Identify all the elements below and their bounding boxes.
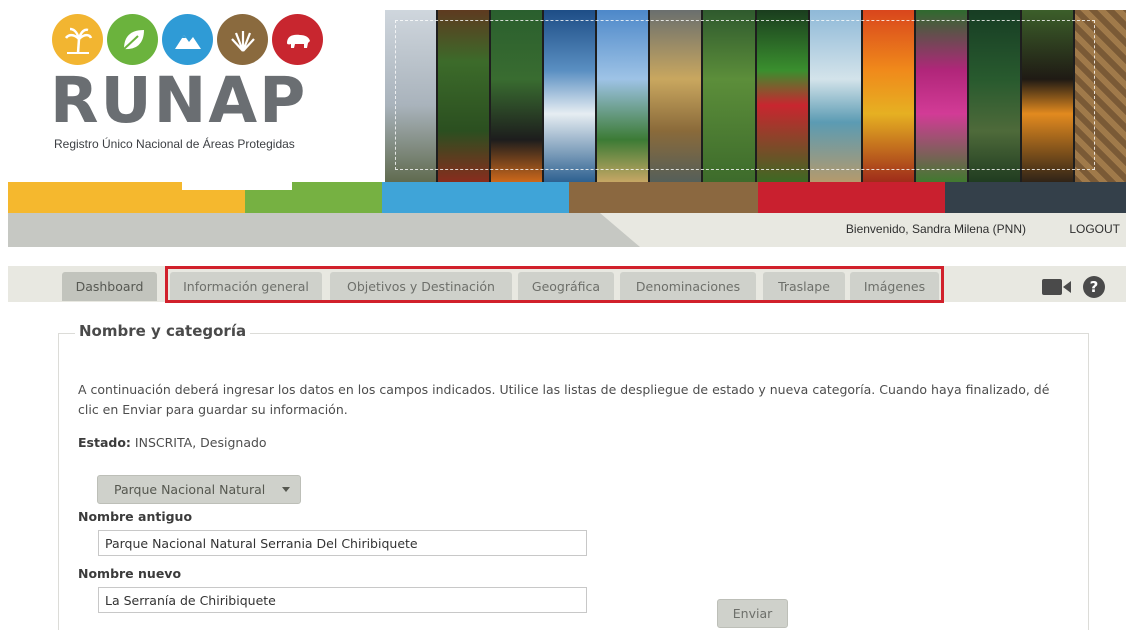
banner-photo-sky [385, 10, 439, 183]
categoria-selected-value: Parque Nacional Natural [114, 482, 266, 497]
banner-photo-coffee [438, 10, 492, 183]
estado-line: Estado: INSCRITA, Designado [78, 435, 267, 450]
banner-photo-waves [544, 10, 598, 183]
fieldset-legend: Nombre y categoría [75, 322, 251, 340]
animal-icon [272, 14, 323, 65]
video-camera-icon[interactable] [1042, 278, 1072, 296]
tab-dashboard[interactable]: Dashboard [62, 272, 157, 301]
banner-photo-palms [597, 10, 651, 183]
tab-geografica[interactable]: Geográfica [518, 272, 614, 301]
nombre-antiguo-input[interactable] [98, 530, 587, 556]
mountain-icon [162, 14, 213, 65]
tab-traslape[interactable]: Traslape [763, 272, 845, 301]
banner-photo-monkey [1021, 10, 1076, 183]
estado-label: Estado: [78, 435, 131, 450]
welcome-message: Bienvenido, Sandra Milena (PNN) [845, 222, 1026, 236]
palm-tree-icon [52, 14, 103, 65]
estado-value: INSCRITA, Designado [134, 435, 267, 450]
banner-photo-frog [756, 10, 810, 183]
tab-objetivos-destinacion[interactable]: Objetivos y Destinación [330, 272, 512, 301]
categoria-dropdown[interactable]: Parque Nacional Natural [97, 475, 301, 504]
banner-photo-giraffe [650, 10, 704, 183]
tab-imagenes[interactable]: Imágenes [850, 272, 939, 301]
logo-wordmark: RUNAP [50, 64, 308, 137]
banner-photo-basket [1075, 10, 1126, 183]
logo-subtitle: Registro Único Nacional de Áreas Protegi… [54, 137, 295, 151]
runap-logo: RUNAP Registro Único Nacional de Áreas P… [50, 14, 382, 174]
user-bar-spacer [8, 247, 1126, 266]
instructions-text: A continuación deberá ingresar los datos… [78, 382, 1050, 417]
grass-icon [217, 14, 268, 65]
color-band-blue [382, 182, 569, 213]
tab-denominaciones[interactable]: Denominaciones [620, 272, 756, 301]
logout-link[interactable]: LOGOUT [1069, 222, 1120, 236]
header-banner [385, 10, 1126, 183]
color-band-notch [182, 182, 292, 190]
help-icon[interactable]: ? [1083, 276, 1105, 298]
color-band-brown [569, 182, 758, 213]
tab-informacion-general[interactable]: Información general [170, 272, 322, 301]
enviar-button[interactable]: Enviar [717, 599, 788, 628]
chevron-down-icon [282, 487, 290, 492]
banner-photo-butterfly [491, 10, 545, 183]
leaf-icon [107, 14, 158, 65]
banner-photo-forest [703, 10, 757, 183]
color-band-red [758, 182, 945, 213]
banner-photo-beach [809, 10, 863, 183]
nombre-nuevo-input[interactable] [98, 587, 587, 613]
nombre-antiguo-label: Nombre antiguo [78, 509, 193, 524]
banner-photo-orchid [915, 10, 969, 183]
banner-photo-macaw [862, 10, 916, 183]
color-band-dark [945, 182, 1126, 213]
color-band [8, 182, 1126, 213]
logo-icon-row [52, 14, 382, 65]
nombre-nuevo-label: Nombre nuevo [78, 566, 182, 581]
banner-photo-fish [968, 10, 1022, 183]
